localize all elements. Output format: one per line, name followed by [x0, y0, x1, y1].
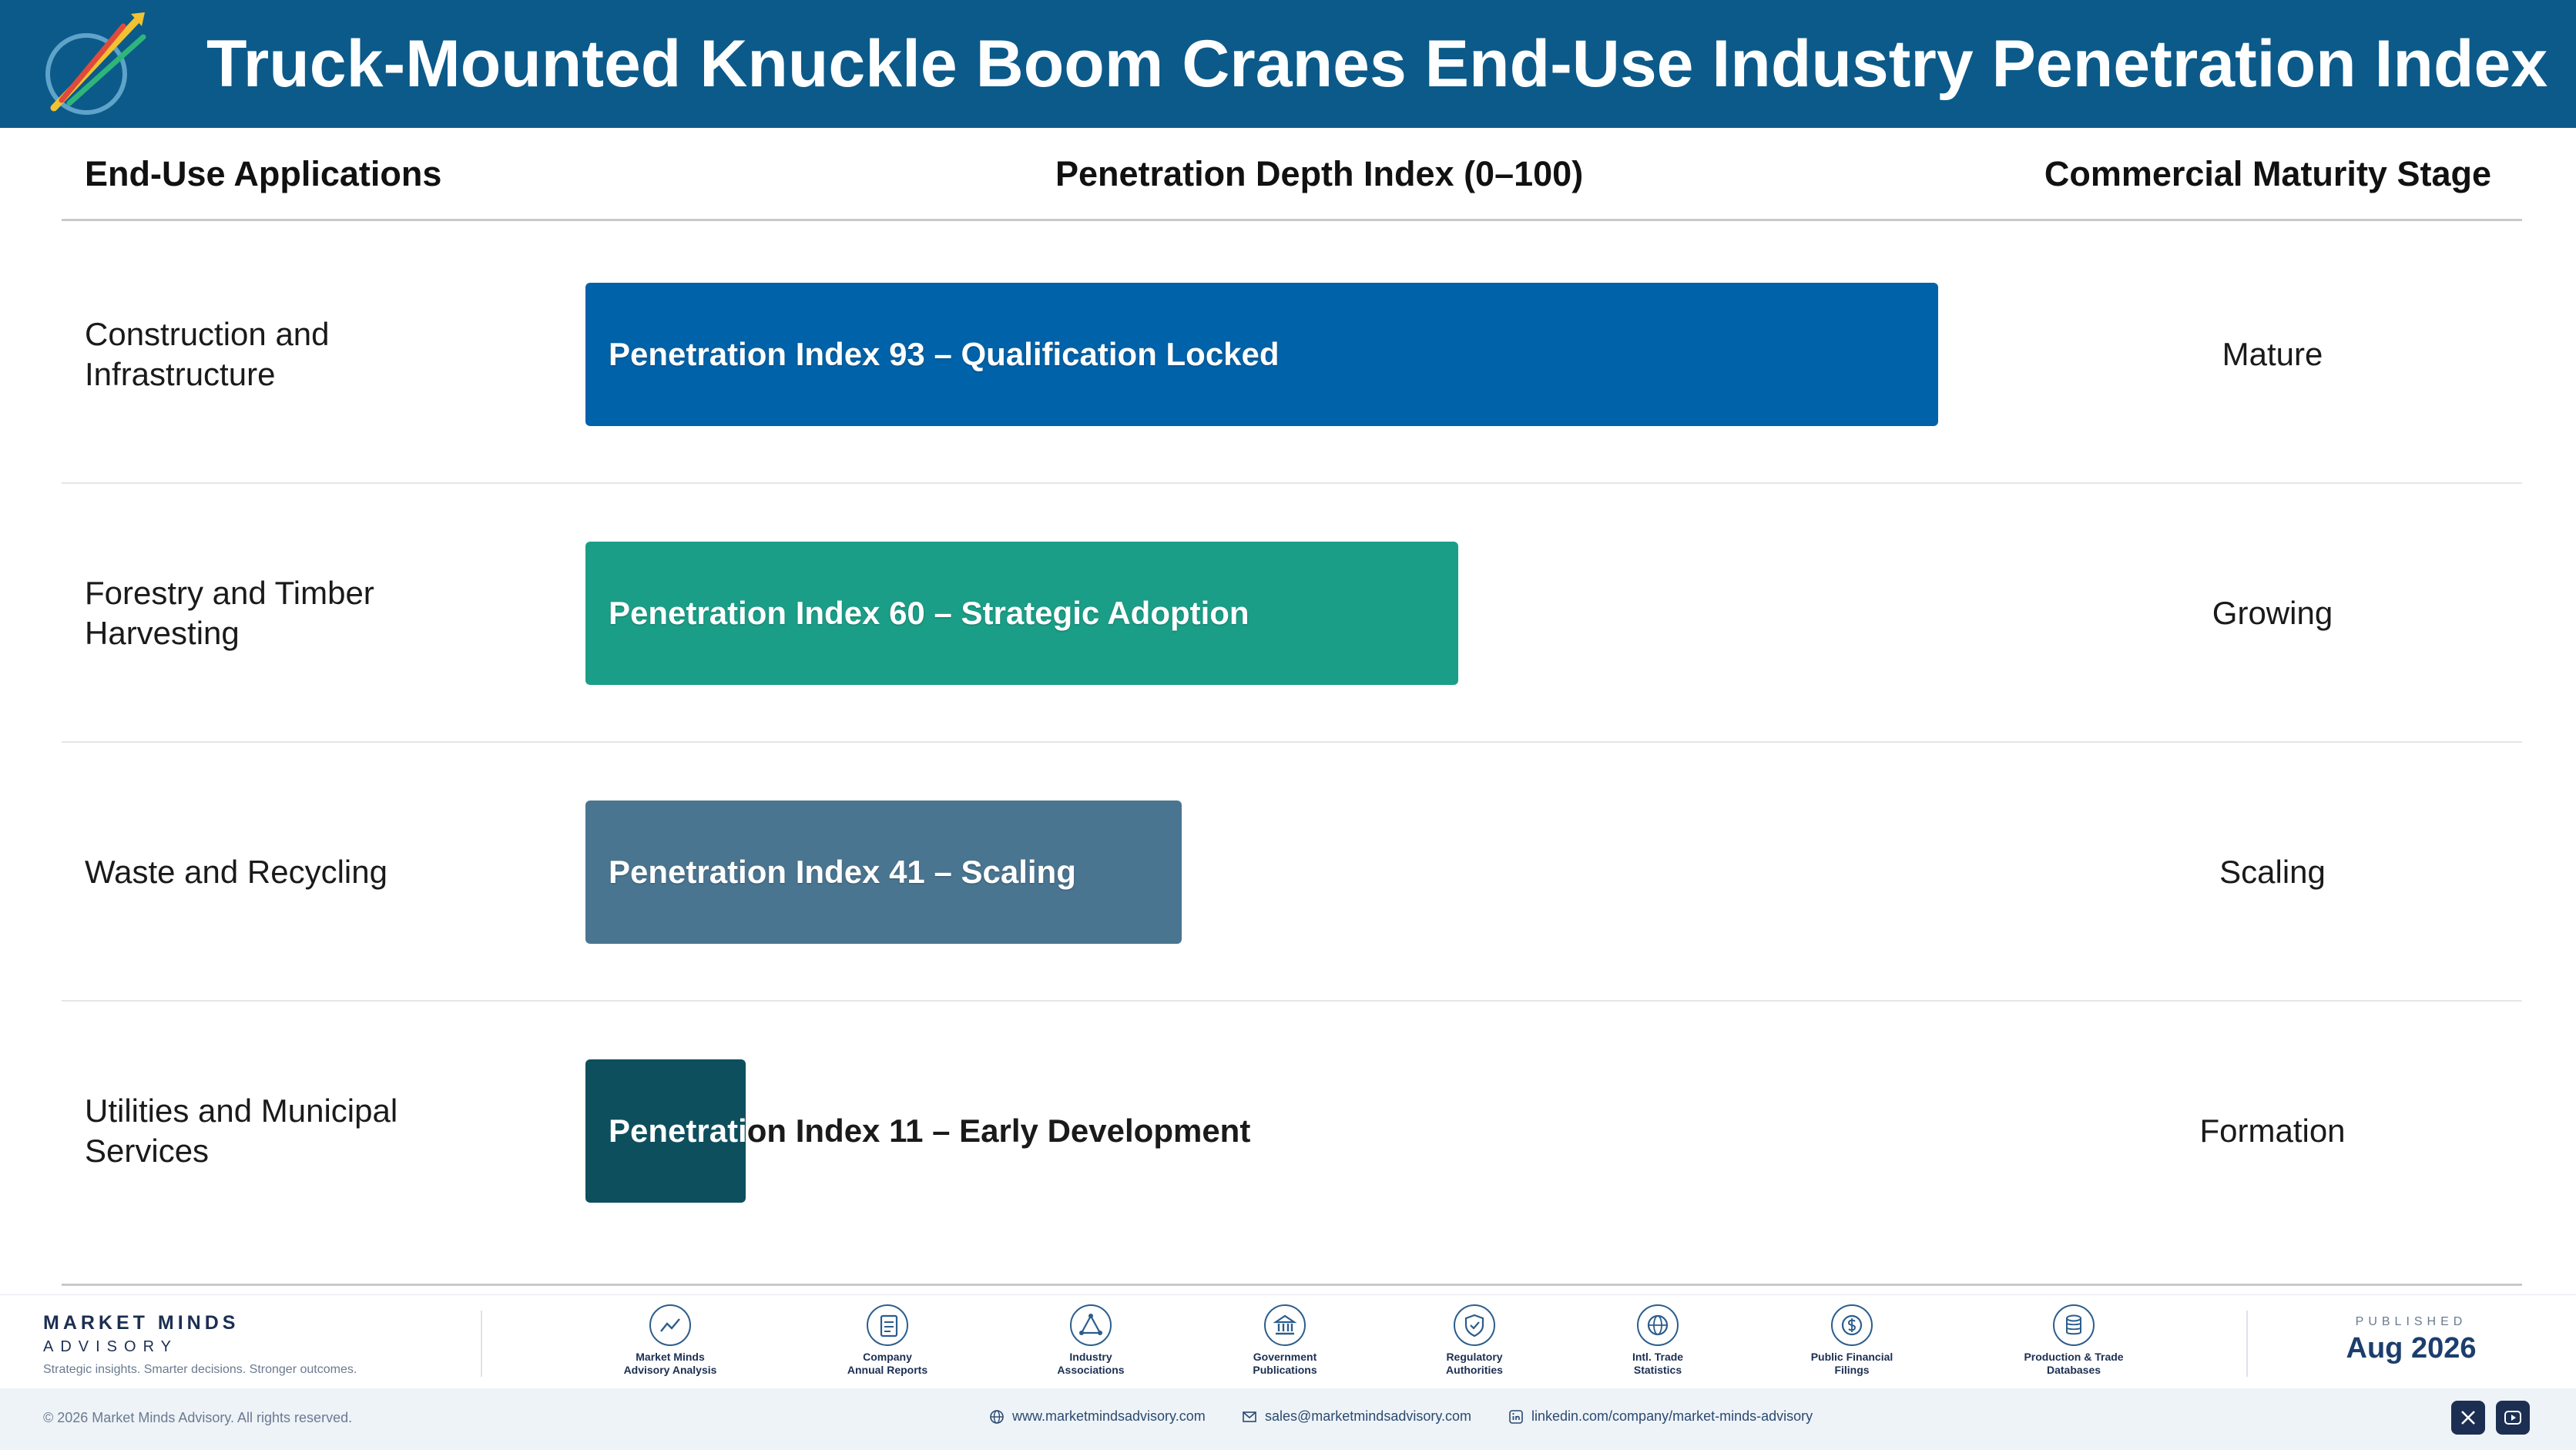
application-label: Utilities and Municipal Services: [85, 1093, 398, 1169]
website-text: www.marketmindsadvisory.com: [1012, 1408, 1206, 1424]
maturity-stage: Formation: [2199, 1113, 2346, 1149]
column-header-stage: Commercial Maturity Stage: [2044, 154, 2491, 193]
maturity-stage: Scaling: [2219, 854, 2326, 890]
linkedin-icon: [1509, 1409, 1523, 1424]
chart-bottom-divider: [62, 1284, 2522, 1286]
linkedin-text: linkedin.com/company/market-minds-adviso…: [1531, 1408, 1813, 1424]
shield-icon: [1454, 1304, 1495, 1346]
footer-divider: [2246, 1311, 2248, 1377]
column-header-index: Penetration Depth Index (0–100): [1055, 154, 1584, 193]
brand-tagline: Strategic insights. Smarter decisions. S…: [43, 1363, 357, 1376]
bottom-bar: © 2026 Market Minds Advisory. All rights…: [0, 1388, 2576, 1450]
database-icon: [2053, 1304, 2095, 1346]
page-title: Truck-Mounted Knuckle Boom Cranes End-Us…: [206, 27, 2548, 101]
application-label: Forestry and Timber Harvesting: [85, 575, 374, 651]
bar-label: Penetration Index 93 – Qualification Loc…: [609, 336, 1280, 372]
application-label: Construction and Infrastructure: [85, 316, 330, 392]
maturity-stage: Growing: [2212, 595, 2333, 631]
source-label: Government Publications: [1253, 1351, 1317, 1376]
youtube-social-button[interactable]: [2496, 1401, 2530, 1435]
linkedin-link[interactable]: linkedin.com/company/market-minds-adviso…: [1508, 1408, 1813, 1425]
source-label: Industry Associations: [1057, 1351, 1125, 1376]
building-icon: [1264, 1304, 1306, 1346]
source-label: Production & Trade Databases: [2024, 1351, 2124, 1376]
source-label: Regulatory Authorities: [1446, 1351, 1503, 1376]
bar-label: Penetration Index 60 – Strategic Adoptio…: [609, 595, 1249, 631]
globe-icon: [1637, 1304, 1679, 1346]
footer-divider: [481, 1311, 482, 1377]
x-social-button[interactable]: [2451, 1401, 2485, 1435]
row-divider: [62, 482, 2522, 484]
dollar-icon: [1831, 1304, 1873, 1346]
source-item: Public Financial Filings: [1775, 1304, 1929, 1377]
bar-label: Penetration Index 11 – Early Development: [609, 1113, 1251, 1149]
email-text: sales@marketmindsadvisory.com: [1265, 1408, 1472, 1424]
source-label: Company Annual Reports: [847, 1351, 928, 1376]
network-icon: [1070, 1304, 1112, 1346]
column-header-applications: End-Use Applications: [85, 154, 442, 193]
row-divider: [62, 1000, 2522, 1002]
source-label: Public Financial Filings: [1810, 1351, 1893, 1376]
bar-label: Penetration Index 41 – Scaling: [609, 854, 1076, 890]
application-label: Waste and Recycling: [85, 854, 387, 890]
x-icon: [2461, 1411, 2475, 1425]
source-label: Market Minds Advisory Analysis: [623, 1351, 717, 1376]
brand-name: MARKET MINDS: [43, 1312, 240, 1334]
chart-line-icon: [649, 1304, 691, 1346]
document-icon: [867, 1304, 908, 1346]
source-item: Government Publications: [1208, 1304, 1362, 1377]
source-item: Industry Associations: [1014, 1304, 1168, 1377]
source-item: Intl. Trade Statistics: [1581, 1304, 1735, 1377]
source-item: Production & Trade Databases: [1997, 1304, 2151, 1377]
header-banner: Truck-Mounted Knuckle Boom Cranes End-Us…: [0, 0, 2576, 128]
maturity-stage: Mature: [2222, 336, 2323, 372]
play-icon: [2504, 1411, 2521, 1425]
header-divider: [62, 219, 2522, 221]
source-item: Market Minds Advisory Analysis: [593, 1304, 747, 1377]
footer: MARKET MINDS ADVISORY Strategic insights…: [0, 1294, 2576, 1388]
logo-icon: [45, 12, 146, 115]
brand-subtitle: ADVISORY: [43, 1338, 178, 1355]
email-link[interactable]: sales@marketmindsadvisory.com: [1242, 1408, 1471, 1425]
source-item: Regulatory Authorities: [1397, 1304, 1551, 1377]
source-item: Company Annual Reports: [810, 1304, 964, 1377]
published-date: Aug 2026: [2346, 1332, 2477, 1364]
copyright: © 2026 Market Minds Advisory. All rights…: [43, 1410, 353, 1425]
website-link[interactable]: www.marketmindsadvisory.com: [989, 1408, 1206, 1425]
globe-icon: [990, 1409, 1004, 1424]
source-label: Intl. Trade Statistics: [1632, 1351, 1684, 1376]
mail-icon: [1243, 1411, 1256, 1422]
row-divider: [62, 741, 2522, 743]
published-label: PUBLISHED: [2355, 1315, 2467, 1328]
